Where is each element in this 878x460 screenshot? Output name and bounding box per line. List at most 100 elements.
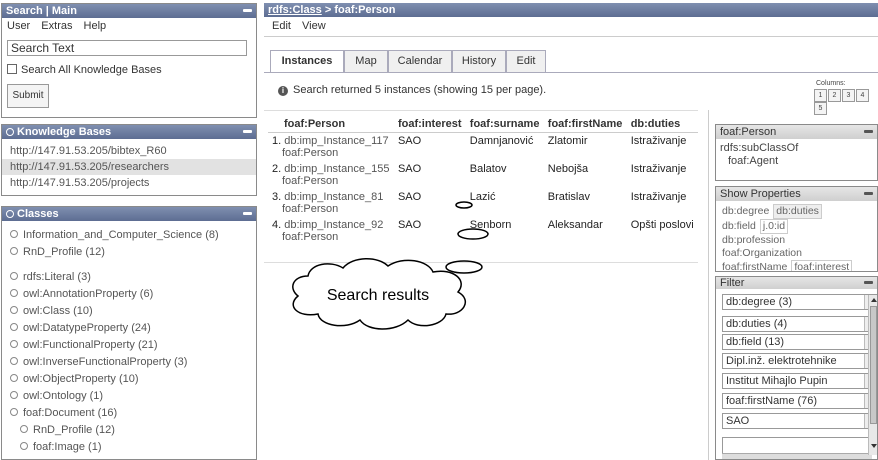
class-item[interactable]: RnD_Profile (12) [2, 244, 256, 261]
filter-select[interactable]: SAO [722, 413, 877, 429]
minimize-icon[interactable] [243, 130, 252, 133]
class-item[interactable]: owl:Ontology (1) [2, 388, 256, 405]
firstname-cell: Nebojša [547, 163, 589, 175]
class-item[interactable]: Information_and_Computer_Science (8) [2, 227, 256, 244]
class-item[interactable]: owl:DatatypeProperty (24) [2, 320, 256, 337]
class-item[interactable]: owl:Class (10) [2, 303, 256, 320]
class-item[interactable]: owl:InverseFunctionalProperty (3) [2, 354, 256, 371]
breadcrumb-link[interactable]: rdfs:Class [268, 4, 322, 16]
instance-type: foaf:Person [282, 147, 339, 159]
col-header[interactable]: foaf:Person [268, 116, 394, 133]
column-button[interactable]: 1 [814, 89, 827, 102]
scroll-down-icon[interactable] [870, 444, 877, 448]
class-label: owl:Ontology (1) [23, 390, 104, 402]
property-tag[interactable]: foaf:firstName [720, 261, 789, 271]
bullet-icon [10, 306, 18, 314]
class-subitem[interactable]: foaf:Image (1) [2, 439, 256, 456]
search-all-checkbox[interactable] [7, 64, 17, 74]
search-panel-title: Search | Main [6, 5, 77, 17]
submit-label: Submit [12, 90, 44, 101]
property-tag-selected[interactable]: db:duties [773, 204, 822, 219]
menu-view[interactable]: View [302, 20, 326, 32]
scroll-thumb[interactable] [870, 306, 877, 424]
col-header[interactable]: db:duties [626, 116, 698, 133]
scroll-up-icon[interactable] [870, 298, 877, 302]
superclass-link[interactable]: foaf:Agent [720, 155, 873, 168]
duties-cell: Istraživanje [630, 191, 687, 203]
tab-label: History [461, 55, 497, 67]
tab-map[interactable]: Map [344, 50, 388, 72]
instance-link[interactable]: db:imp_Instance_155 [284, 163, 389, 175]
minimize-icon[interactable] [864, 130, 873, 133]
annotation-overlay: Search results [292, 201, 489, 330]
filter-select[interactable]: db:duties (4) [722, 316, 877, 332]
submit-button[interactable]: Submit [7, 84, 49, 108]
kb-item[interactable]: http://147.91.53.205/projects [2, 175, 256, 191]
property-tag[interactable]: j.0:id [759, 219, 789, 234]
main-header: rdfs:Class > foaf:Person [264, 3, 878, 17]
class-label: owl:AnnotationProperty (6) [23, 288, 154, 300]
class-item[interactable]: rdfs:Literal (3) [2, 269, 256, 286]
class-info-panel: foaf:Person rdfs:subClassOf foaf:Agent [715, 124, 878, 181]
duties-cell: Istraživanje [630, 135, 687, 147]
bullet-icon [10, 230, 18, 238]
class-subitem[interactable]: RnD_Profile (12) [2, 422, 256, 439]
menu-user[interactable]: User [7, 20, 30, 32]
minimize-icon[interactable] [864, 281, 873, 284]
instance-cell[interactable]: 2. db:imp_Instance_155 foaf:Person [268, 161, 394, 189]
class-item[interactable]: owl:AnnotationProperty (6) [2, 286, 256, 303]
search-input[interactable] [7, 40, 247, 56]
column-button[interactable]: 4 [856, 89, 869, 102]
tab-underline [264, 72, 878, 73]
interest-cell: SAO [397, 163, 422, 175]
column-button[interactable]: 3 [842, 89, 855, 102]
col-header[interactable]: foaf:interest [393, 116, 466, 133]
col-header[interactable]: foaf:surname [465, 116, 544, 133]
class-item[interactable]: owl:ObjectProperty (10) [2, 371, 256, 388]
filter-select[interactable]: foaf:firstName (76) [722, 393, 877, 409]
column-button[interactable]: 5 [814, 102, 827, 115]
bullet-icon [10, 408, 18, 416]
minimize-icon[interactable] [243, 9, 252, 12]
annotation-oval [445, 260, 483, 274]
tab-history[interactable]: History [452, 50, 506, 72]
bullet-icon [10, 357, 18, 365]
vertical-scrollbar[interactable] [868, 295, 877, 455]
minimize-icon[interactable] [864, 192, 873, 195]
class-item[interactable]: foaf:Document (16) [2, 405, 256, 422]
filter-select[interactable]: db:field (13) [722, 334, 877, 350]
bullet-icon [10, 272, 18, 280]
menu-edit[interactable]: Edit [272, 20, 291, 32]
property-tag[interactable]: db:degree [720, 205, 771, 218]
tab-instances[interactable]: Instances [270, 50, 344, 73]
property-tag[interactable]: foaf:Organization [720, 247, 804, 260]
kb-item[interactable]: http://147.91.53.205/bibtex_R60 [2, 143, 256, 159]
menu-extras[interactable]: Extras [41, 20, 72, 32]
property-tag[interactable]: db:field [720, 220, 758, 233]
filter-select[interactable]: db:degree (3) [722, 294, 877, 310]
instance-cell[interactable]: 1. db:imp_Instance_117 foaf:Person [268, 133, 394, 162]
class-label: owl:DatatypeProperty (24) [23, 322, 151, 334]
column-button[interactable]: 2 [828, 89, 841, 102]
class-label: RnD_Profile (12) [23, 246, 105, 258]
select-value: db:duties (4) [726, 318, 788, 330]
property-tag[interactable]: db:profession [720, 234, 787, 247]
tab-calendar[interactable]: Calendar [388, 50, 452, 72]
filter-select[interactable]: Dipl.inž. elektrotehnike [722, 353, 877, 369]
show-properties-header: Show Properties [716, 187, 877, 201]
col-header[interactable]: foaf:firstName [543, 116, 627, 133]
filter-select[interactable]: Institut Mihajlo Pupin [722, 373, 877, 389]
instance-link[interactable]: db:imp_Instance_117 [284, 135, 388, 147]
minimize-icon[interactable] [243, 212, 252, 215]
row-number: 1. [272, 135, 282, 147]
menu-help[interactable]: Help [84, 20, 107, 32]
select-value: SAO [726, 415, 750, 427]
tab-label: Edit [516, 55, 536, 67]
property-tag[interactable]: foaf:interest [791, 260, 853, 271]
info-row: i Search returned 5 instances (showing 15… [278, 84, 546, 96]
tab-edit[interactable]: Edit [506, 50, 546, 72]
horizontal-scrollbar[interactable] [722, 453, 872, 459]
kb-item-selected[interactable]: http://147.91.53.205/researchers [2, 159, 256, 175]
surname-cell: Damnjanović [469, 135, 534, 147]
class-item[interactable]: owl:FunctionalProperty (21) [2, 337, 256, 354]
